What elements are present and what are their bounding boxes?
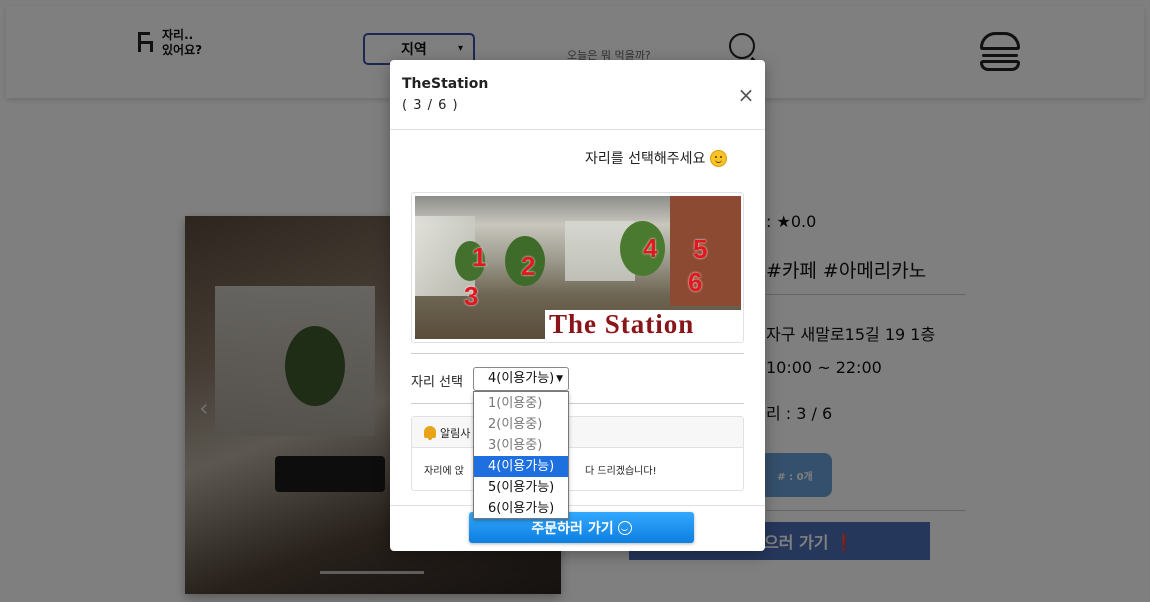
notice-body-left: 자리에 앉 (424, 466, 464, 477)
seat-select-value: 4(이용가능) (488, 371, 555, 386)
modal-occupancy: ( 3 / 6 ) (402, 98, 459, 113)
seat-prompt-text: 자리를 선택해주세요 (585, 151, 706, 167)
seat-option[interactable]: 1(이용중) (474, 393, 568, 414)
notice-body-right: 다 드리겠습니다! (584, 466, 657, 477)
seat-option[interactable]: 2(이용중) (474, 414, 568, 435)
seat-dropdown-list: 1(이용중) 2(이용중) 3(이용중) 4(이용가능) 5(이용가능) 6(이… (473, 391, 569, 519)
seat-select-label: 자리 선택 (411, 375, 463, 390)
smiley-icon (617, 520, 632, 535)
notice-title: 알림사 (440, 427, 471, 440)
notice-card: 알림사 자리에 앉 다 드리겠습니다! (411, 416, 744, 491)
modal-header: TheStation ( 3 / 6 ) × (390, 60, 765, 130)
order-button-label: 주문하러 가기 (531, 520, 614, 537)
seat-option[interactable]: 5(이용가능) (474, 477, 568, 498)
seat-option[interactable]: 3(이용중) (474, 435, 568, 456)
smiley-icon (710, 149, 728, 167)
bell-icon (424, 426, 436, 440)
seat-option[interactable]: 6(이용가능) (474, 498, 568, 519)
seat-map: 1 2 3 4 5 6 The Station (411, 192, 744, 343)
divider (411, 353, 744, 354)
seat-selection-modal: TheStation ( 3 / 6 ) × 자리를 선택해주세요 1 2 3 … (390, 60, 765, 551)
modal-title: TheStation (402, 76, 489, 92)
seat-number: 3 (464, 281, 479, 311)
store-banner: The Station (545, 310, 741, 339)
modal-footer-divider (390, 505, 765, 506)
seat-prompt: 자리를 선택해주세요 (585, 148, 728, 168)
close-icon[interactable]: × (736, 85, 756, 106)
chevron-down-icon: ▼ (556, 374, 563, 384)
seat-number: 5 (693, 234, 708, 264)
seat-option-selected[interactable]: 4(이용가능) (474, 456, 568, 477)
seat-number: 2 (521, 251, 536, 281)
seat-select[interactable]: 4(이용가능) ▼ (473, 367, 569, 391)
seat-number: 4 (643, 233, 658, 263)
seat-map-image: 1 2 3 4 5 6 The Station (415, 196, 741, 339)
seat-number: 6 (688, 267, 703, 297)
notice-header: 알림사 (412, 417, 743, 448)
seat-number: 1 (472, 242, 487, 272)
divider (411, 403, 744, 404)
